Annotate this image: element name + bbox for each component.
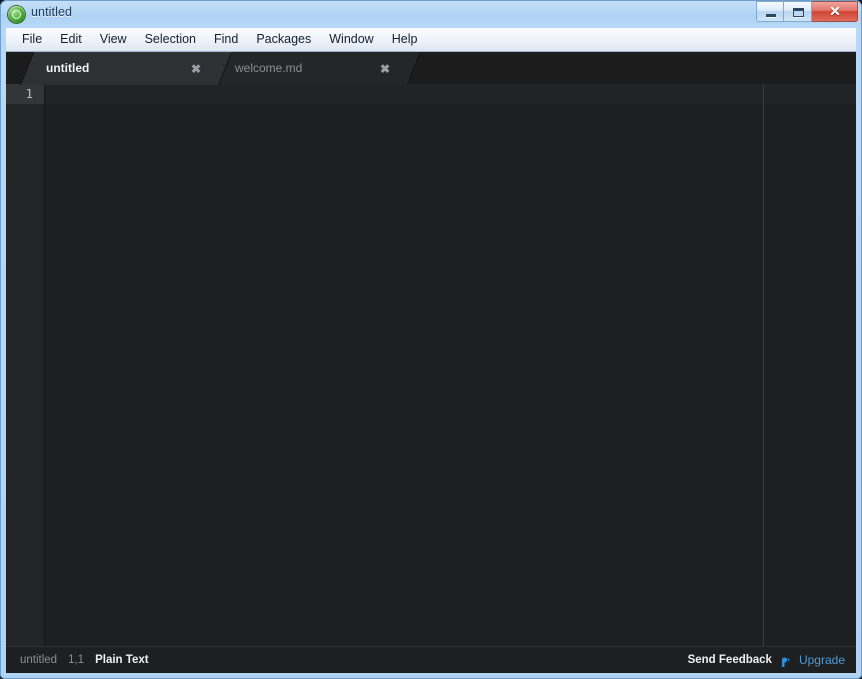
status-bar: untitled 1,1 Plain Text Send Feedback Up… <box>6 646 856 673</box>
menu-item-packages[interactable]: Packages <box>247 29 320 50</box>
status-cursor-position[interactable]: 1,1 <box>68 654 84 666</box>
active-line-highlight <box>45 84 856 104</box>
window-bottom-edge <box>0 673 862 679</box>
atom-icon <box>8 6 25 23</box>
status-file-name[interactable]: untitled <box>20 654 57 666</box>
code-content-area[interactable] <box>45 84 856 646</box>
application-window: untitled ✕ File Edit View Selection Find… <box>0 0 862 679</box>
menu-item-selection[interactable]: Selection <box>136 29 205 50</box>
maximize-button[interactable] <box>784 1 812 22</box>
minimize-icon <box>766 14 776 17</box>
close-button[interactable]: ✕ <box>812 1 858 22</box>
menu-bar: File Edit View Selection Find Packages W… <box>6 28 856 52</box>
line-number: 1 <box>6 84 44 104</box>
status-grammar-selector[interactable]: Plain Text <box>95 654 148 666</box>
tab-untitled[interactable]: untitled ✖ <box>20 52 233 85</box>
maximize-icon <box>793 8 804 17</box>
tab-close-button[interactable]: ✖ <box>380 63 390 75</box>
menu-item-find[interactable]: Find <box>205 29 247 50</box>
upgrade-link[interactable]: Upgrade <box>799 653 845 667</box>
menu-item-view[interactable]: View <box>91 29 136 50</box>
title-bar[interactable]: untitled ✕ <box>0 0 862 28</box>
send-feedback-link[interactable]: Send Feedback <box>688 654 772 666</box>
line-number-gutter: 1 <box>6 84 45 646</box>
close-icon: ✕ <box>829 3 841 19</box>
editor-workspace: untitled ✖ welcome.md ✖ 1 untitled 1,1 P… <box>6 52 856 673</box>
menu-item-window[interactable]: Window <box>320 29 382 50</box>
window-title: untitled <box>31 5 73 19</box>
squirrel-icon <box>779 656 792 669</box>
minimize-button[interactable] <box>756 1 784 22</box>
menu-item-help[interactable]: Help <box>383 29 427 50</box>
menu-item-edit[interactable]: Edit <box>51 29 91 50</box>
menu-item-file[interactable]: File <box>13 29 51 50</box>
tab-close-button[interactable]: ✖ <box>191 63 201 75</box>
status-bar-right: Send Feedback Upgrade <box>688 653 845 667</box>
status-bar-left: untitled 1,1 Plain Text <box>20 654 149 666</box>
text-editor-pane[interactable]: 1 <box>6 84 856 646</box>
tab-welcome-md[interactable]: welcome.md ✖ <box>209 52 421 84</box>
window-controls: ✕ <box>756 1 858 22</box>
tab-bar: untitled ✖ welcome.md ✖ <box>6 52 856 85</box>
wrap-guide <box>763 84 764 646</box>
